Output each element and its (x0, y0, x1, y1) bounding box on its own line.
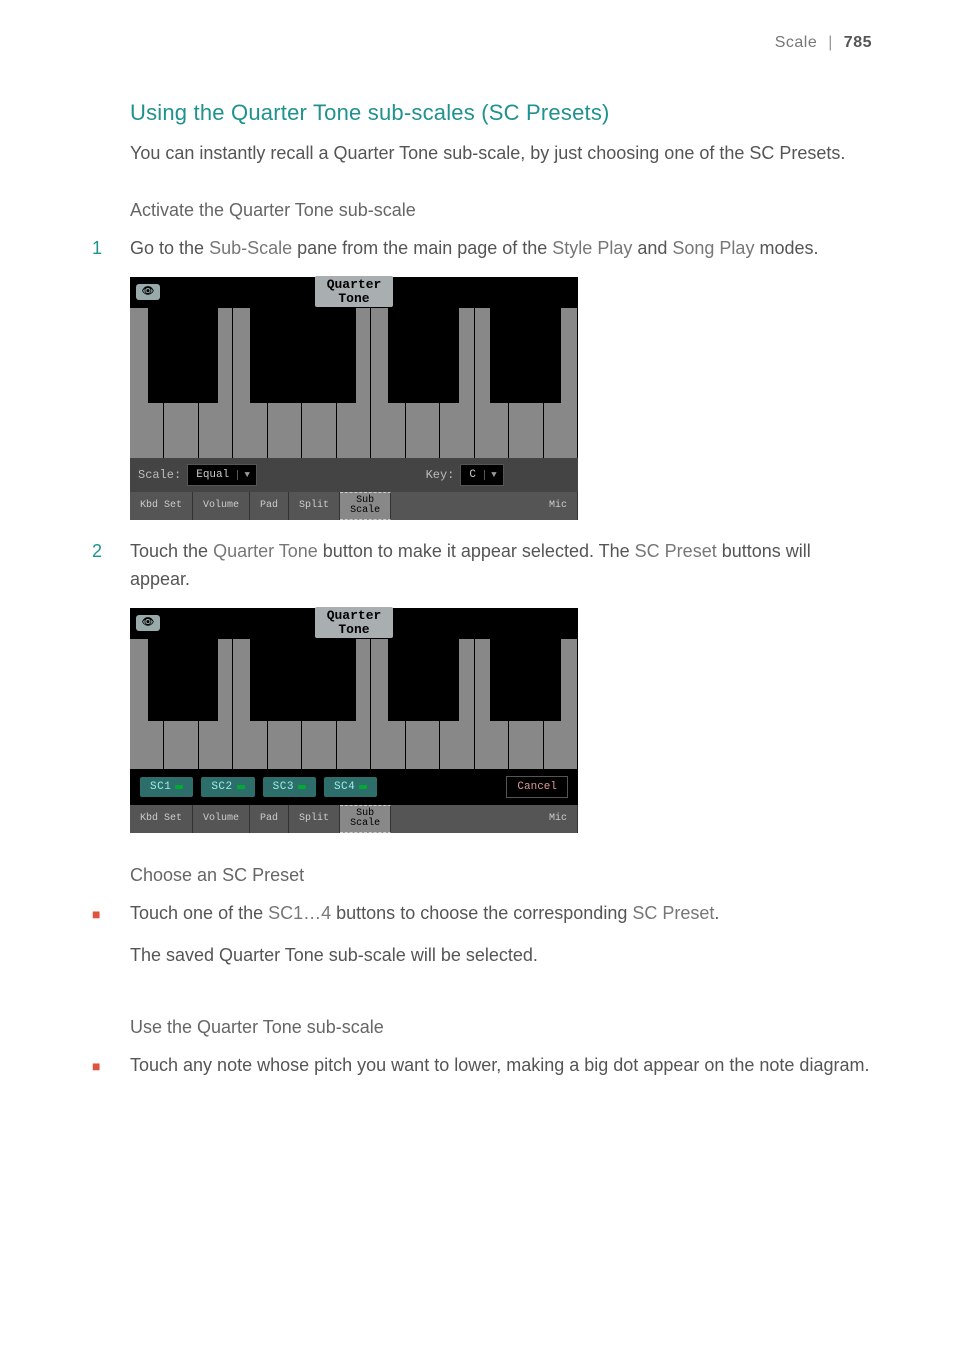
keyboard-diagram[interactable] (130, 308, 578, 458)
black-key[interactable] (320, 639, 356, 721)
step-1-number: 1 (92, 235, 130, 263)
black-key[interactable] (182, 639, 218, 721)
black-key[interactable] (388, 308, 424, 403)
emph-quarter-tone: Quarter Tone (213, 541, 318, 561)
black-key[interactable] (490, 308, 526, 403)
quarter-tone-button[interactable]: Quarter Tone (160, 607, 548, 638)
sc1-button[interactable]: SC1 (140, 777, 193, 797)
device-titlebar: 👁 Quarter Tone (130, 277, 578, 308)
tab-kbd-set[interactable]: Kbd Set (130, 805, 193, 833)
device-titlebar: 👁 Quarter Tone (130, 608, 578, 639)
black-key[interactable] (525, 308, 561, 403)
subhead-choose: Choose an SC Preset (130, 865, 872, 886)
sc4-button[interactable]: SC4 (324, 777, 377, 797)
keyboard-diagram[interactable] (130, 639, 578, 769)
black-key[interactable] (250, 639, 286, 721)
quarter-tone-button[interactable]: Quarter Tone (160, 276, 548, 307)
page-header: Scale | 785 (775, 34, 872, 52)
subhead-activate: Activate the Quarter Tone sub-scale (130, 200, 872, 221)
emph-sc1-4: SC1…4 (268, 903, 331, 923)
tab-kbd-set[interactable]: Kbd Set (130, 492, 193, 520)
tab-mic[interactable]: Mic (539, 492, 578, 520)
intro-paragraph: You can instantly recall a Quarter Tone … (130, 140, 872, 168)
header-page-number: 785 (844, 34, 872, 51)
black-key[interactable] (525, 639, 561, 721)
tab-sub-scale[interactable]: Sub Scale (340, 805, 391, 833)
black-key[interactable] (148, 639, 184, 721)
page-title: Using the Quarter Tone sub-scales (SC Pr… (130, 100, 872, 126)
scale-dropdown[interactable]: Equal ▼ (187, 464, 257, 486)
tab-volume[interactable]: Volume (193, 492, 250, 520)
emph-sc-preset-2: SC Preset (632, 903, 714, 923)
key-dropdown[interactable]: C ▼ (460, 464, 504, 486)
subhead-use: Use the Quarter Tone sub-scale (130, 1017, 872, 1038)
bullet-sc-preset: ■ Touch one of the SC1…4 buttons to choo… (92, 900, 872, 928)
step-2-text: Touch the Quarter Tone button to make it… (130, 538, 872, 594)
emph-sc-preset: SC Preset (635, 541, 717, 561)
black-key[interactable] (388, 639, 424, 721)
black-key[interactable] (423, 639, 459, 721)
black-key[interactable] (285, 308, 321, 403)
header-section: Scale (775, 34, 818, 51)
black-key[interactable] (423, 308, 459, 403)
tab-sub-scale[interactable]: Sub Scale (340, 492, 391, 520)
black-key[interactable] (182, 308, 218, 403)
step-1: 1 Go to the Sub-Scale pane from the main… (92, 235, 872, 263)
emph-style-play: Style Play (552, 238, 632, 258)
sc-preset-row: SC1 SC2 SC3 SC4 Cancel (130, 769, 578, 805)
bullet-continuation: The saved Quarter Tone sub-scale will be… (130, 942, 872, 970)
tab-mic[interactable]: Mic (539, 805, 578, 833)
scale-controls: Scale: Equal ▼ Key: C ▼ (130, 458, 578, 492)
tab-pad[interactable]: Pad (250, 805, 289, 833)
bottom-tabs: Kbd Set Volume Pad Split Sub Scale Mic (130, 492, 578, 520)
scale-label: Scale: (138, 468, 181, 482)
black-key[interactable] (320, 308, 356, 403)
chevron-down-icon: ▼ (237, 470, 256, 480)
view-icon[interactable]: 👁 (136, 284, 160, 300)
tab-split[interactable]: Split (289, 492, 340, 520)
bullet-icon: ■ (92, 1052, 130, 1080)
led-icon (175, 785, 183, 789)
led-icon (359, 785, 367, 789)
black-key[interactable] (250, 308, 286, 403)
tab-pad[interactable]: Pad (250, 492, 289, 520)
sc3-button[interactable]: SC3 (263, 777, 316, 797)
tab-volume[interactable]: Volume (193, 805, 250, 833)
black-key[interactable] (285, 639, 321, 721)
step-2-number: 2 (92, 538, 130, 566)
key-label: Key: (426, 468, 455, 482)
view-icon[interactable]: 👁 (136, 615, 160, 631)
device-screenshot-1: 👁 Quarter Tone (130, 277, 578, 520)
bottom-tabs: Kbd Set Volume Pad Split Sub Scale Mic (130, 805, 578, 833)
emph-song-play: Song Play (672, 238, 754, 258)
led-icon (237, 785, 245, 789)
device-screenshot-2: 👁 Quarter Tone (130, 608, 578, 833)
black-key[interactable] (490, 639, 526, 721)
bullet-text: Touch any note whose pitch you want to l… (130, 1052, 872, 1080)
tab-split[interactable]: Split (289, 805, 340, 833)
led-icon (298, 785, 306, 789)
bullet-text: Touch one of the SC1…4 buttons to choose… (130, 900, 872, 928)
step-2: 2 Touch the Quarter Tone button to make … (92, 538, 872, 594)
black-key[interactable] (148, 308, 184, 403)
sc2-button[interactable]: SC2 (201, 777, 254, 797)
chevron-down-icon: ▼ (484, 470, 503, 480)
step-1-text: Go to the Sub-Scale pane from the main p… (130, 235, 872, 263)
header-divider: | (828, 34, 833, 51)
bullet-icon: ■ (92, 900, 130, 928)
cancel-button[interactable]: Cancel (506, 776, 568, 798)
emph-sub-scale: Sub-Scale (209, 238, 292, 258)
bullet-use: ■ Touch any note whose pitch you want to… (92, 1052, 872, 1080)
